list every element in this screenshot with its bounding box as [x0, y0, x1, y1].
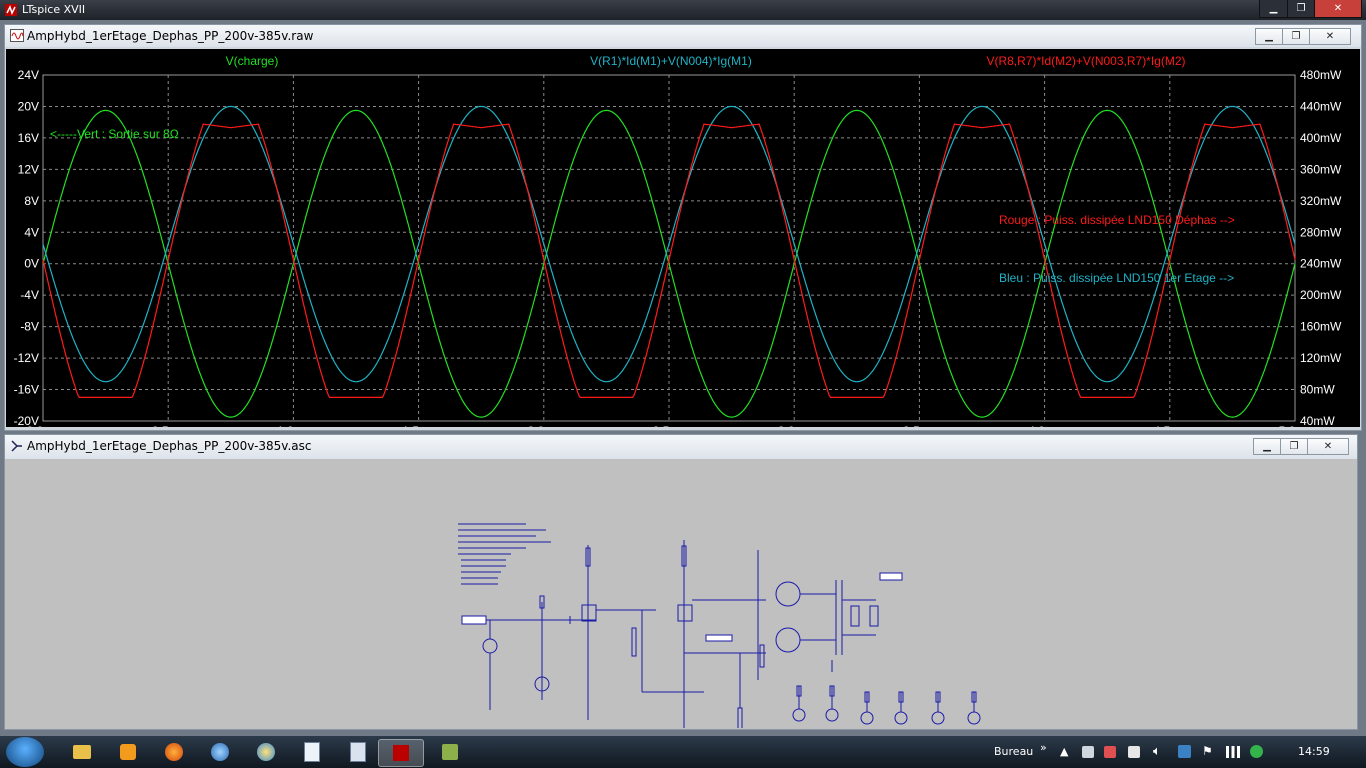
waveform-icon: [10, 29, 24, 42]
x-tick-label: 3.0ms: [778, 424, 811, 427]
plot-window: AmpHybd_1erEtage_Dephas_PP_200v-385v.raw…: [4, 24, 1362, 431]
y-left-tick-label: -8V: [20, 320, 39, 334]
tray-signal-icon[interactable]: [1226, 746, 1240, 758]
y-left-tick-label: 4V: [24, 225, 39, 239]
schematic-icon: [11, 440, 22, 452]
schematic-canvas[interactable]: [6, 460, 1356, 728]
y-right-tick-label: 360mW: [1300, 162, 1342, 176]
plot-restore-button[interactable]: ❐: [1282, 28, 1310, 45]
y-right-tick-label: 440mW: [1300, 99, 1342, 113]
x-tick-label: 1.5ms: [402, 424, 435, 427]
taskbar: Bureau » ▲ 🔈︎ ⚑ 14:59: [0, 736, 1366, 768]
y-right-tick-label: 280mW: [1300, 225, 1342, 239]
waveform-plot[interactable]: 0.0ms0.5ms1.0ms1.5ms2.0ms2.5ms3.0ms3.5ms…: [6, 49, 1360, 427]
taskbar-network-icon[interactable]: [198, 739, 242, 765]
tray-icon-2[interactable]: [1104, 746, 1116, 758]
y-left-tick-label: -16V: [14, 383, 39, 397]
tray-chevron-icon[interactable]: »: [1040, 741, 1047, 754]
plot-minimize-button[interactable]: ▁: [1255, 28, 1283, 45]
annotation-red: Rouge : Puiss. dissipée LND150 Déphas --…: [999, 213, 1235, 227]
y-right-tick-label: 120mW: [1300, 351, 1342, 365]
schematic-close-button[interactable]: ✕: [1307, 438, 1349, 455]
trace-label-vcharge[interactable]: V(charge): [226, 54, 279, 68]
trace-label-m1-power[interactable]: V(R1)*Id(M1)+V(N004)*Ig(M1): [590, 54, 752, 68]
taskbar-app-icon[interactable]: [428, 739, 472, 765]
schematic-window: AmpHybd_1erEtage_Dephas_PP_200v-385v.asc…: [4, 434, 1358, 730]
y-right-tick-label: 200mW: [1300, 288, 1342, 302]
y-left-tick-label: -4V: [20, 288, 39, 302]
ltspice-logo-icon: [5, 4, 17, 16]
x-tick-label: 2.0ms: [527, 424, 560, 427]
tray-icon-3[interactable]: [1128, 746, 1140, 758]
annotation-green: <-----Vert : Sortie sur 8Ω: [50, 127, 179, 141]
y-left-tick-label: 0V: [24, 257, 39, 271]
taskbar-firefox-icon[interactable]: [152, 739, 196, 765]
x-tick-label: 0.5ms: [152, 424, 185, 427]
schematic-minimize-button[interactable]: ▁: [1253, 438, 1281, 455]
schematic-restore-button[interactable]: ❐: [1280, 438, 1308, 455]
app-titlebar: LTspice XVII ▁ ❐ ✕: [0, 0, 1366, 20]
tray-icon-1[interactable]: [1082, 746, 1094, 758]
y-left-tick-label: -12V: [14, 351, 39, 365]
y-left-tick-label: -20V: [14, 414, 39, 427]
x-tick-label: 3.5ms: [903, 424, 936, 427]
y-right-tick-label: 240mW: [1300, 257, 1342, 271]
y-right-tick-label: 400mW: [1300, 131, 1342, 145]
x-tick-label: 2.5ms: [653, 424, 686, 427]
plot-window-title: AmpHybd_1erEtage_Dephas_PP_200v-385v.raw: [27, 29, 314, 43]
tray-flag-icon[interactable]: ⚑: [1202, 744, 1213, 758]
plot-close-button[interactable]: ✕: [1309, 28, 1351, 45]
annotation-blue: Bleu : Puiss. dissipée LND150 1er Etage …: [999, 271, 1234, 285]
y-right-tick-label: 80mW: [1300, 383, 1335, 397]
x-tick-label: 4.0ms: [1028, 424, 1061, 427]
taskbar-mediaplayer-icon[interactable]: [106, 739, 150, 765]
app-close-button[interactable]: ✕: [1314, 0, 1362, 18]
y-left-tick-label: 24V: [18, 68, 39, 82]
taskbar-explorer-icon[interactable]: [60, 739, 104, 765]
x-tick-label: 4.5ms: [1153, 424, 1186, 427]
trace-label-m2-power[interactable]: V(R8,R7)*Id(M2)+V(N003,R7)*Ig(M2): [986, 54, 1185, 68]
plot-window-titlebar: AmpHybd_1erEtage_Dephas_PP_200v-385v.raw…: [5, 25, 1361, 47]
app-restore-button[interactable]: ❐: [1287, 0, 1315, 18]
start-button[interactable]: [6, 737, 44, 767]
tray-volume-icon[interactable]: 🔈︎: [1153, 744, 1161, 759]
schematic-window-titlebar: AmpHybd_1erEtage_Dephas_PP_200v-385v.asc…: [5, 435, 1357, 459]
y-right-tick-label: 40mW: [1300, 414, 1335, 427]
y-right-tick-label: 160mW: [1300, 320, 1342, 334]
tray-icon-4[interactable]: [1178, 745, 1191, 758]
y-right-tick-label: 480mW: [1300, 68, 1342, 82]
tray-clock[interactable]: 14:59: [1298, 745, 1330, 758]
tray-update-icon[interactable]: [1250, 745, 1263, 758]
taskbar-document-icon[interactable]: [290, 739, 334, 765]
y-right-tick-label: 320mW: [1300, 194, 1342, 208]
app-title: LTspice XVII: [22, 3, 86, 16]
y-left-tick-label: 20V: [18, 99, 39, 113]
tray-toolbar-label[interactable]: Bureau: [994, 745, 1033, 758]
schematic-window-title: AmpHybd_1erEtage_Dephas_PP_200v-385v.asc: [27, 439, 312, 453]
tray-show-hidden-icon[interactable]: ▲: [1060, 745, 1068, 758]
y-left-tick-label: 12V: [18, 162, 39, 176]
app-minimize-button[interactable]: ▁: [1259, 0, 1288, 18]
taskbar-globe-icon[interactable]: [244, 739, 288, 765]
x-tick-label: 1.0ms: [277, 424, 310, 427]
taskbar-calculator-icon[interactable]: [336, 739, 380, 765]
taskbar-ltspice-icon[interactable]: [378, 739, 424, 767]
y-left-tick-label: 16V: [18, 131, 39, 145]
y-left-tick-label: 8V: [24, 194, 39, 208]
